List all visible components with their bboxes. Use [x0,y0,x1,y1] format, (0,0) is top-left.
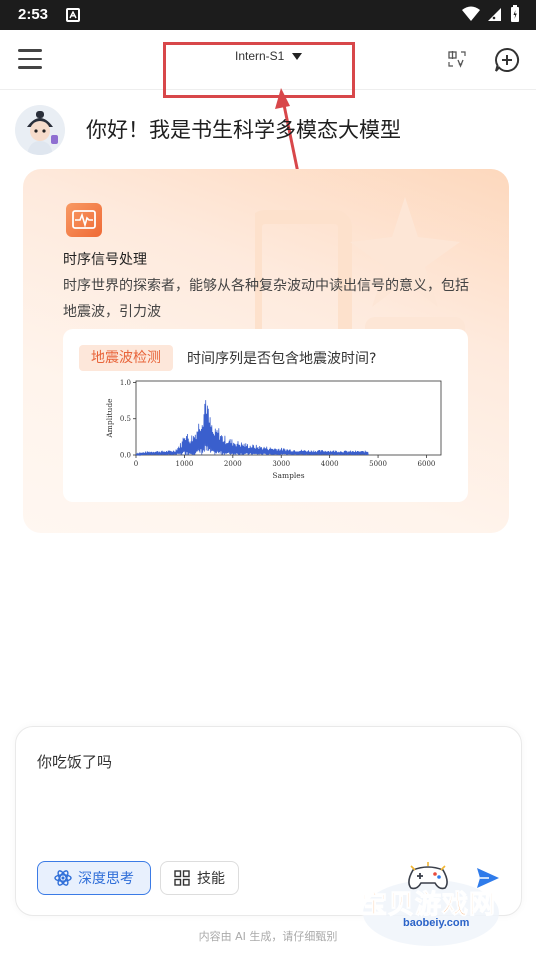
watermark-url: baobeiy.com [403,917,470,929]
x-tick-label: 5000 [369,460,387,468]
x-tick-label: 4000 [321,460,339,468]
skills-button[interactable]: 技能 [160,861,239,895]
x-axis-label: Samples [272,471,304,480]
site-watermark-logo: 宝贝游戏网 baobeiy.com [355,858,505,950]
seismic-chart: 0 1000 2000 3000 4000 5000 6000 0.0 0.5 1.0 Sample… [105,379,442,480]
example-tag: 地震波检测 [79,345,173,371]
x-tick-label: 1000 [175,460,193,468]
watermark-title: 宝贝游戏网 [360,890,497,921]
atom-icon [54,870,72,886]
waveform-line [135,400,369,457]
deep-think-label: 深度思考 [78,871,134,887]
skill-title: 时序信号处理 [63,252,147,268]
x-tick-label: 3000 [272,460,290,468]
deep-think-button[interactable]: 深度思考 [37,861,151,895]
skill-description: 时序世界的探索者，能够从各种复杂波动中读出信号的意义，包括地震波，引力波 [63,278,469,320]
y-tick-label: 0.0 [120,452,131,460]
greeting-text: 你好！我是书生科学多模态大模型 [86,118,401,142]
grid-icon [174,870,190,886]
skill-card[interactable]: 时序信号处理 时序世界的探索者，能够从各种复杂波动中读出信号的意义，包括地震波，… [23,169,509,533]
skills-label: 技能 [197,871,225,887]
y-tick-label: 0.5 [120,415,131,423]
example-panel[interactable]: 地震波检测 时间序列是否包含地震波时间? 0 1000 2000 3000 4000 50… [63,329,468,502]
waveform-icon [66,203,102,237]
avatar [15,105,65,155]
message-input[interactable]: 你吃饭了吗 [37,751,112,772]
x-tick-label: 6000 [418,460,436,468]
x-tick-label: 2000 [224,460,242,468]
example-question: 时间序列是否包含地震波时间? [187,351,377,367]
y-axis-label: Amplitude [105,398,114,439]
x-tick-label: 0 [134,460,138,468]
y-tick-label: 1.0 [120,379,131,387]
